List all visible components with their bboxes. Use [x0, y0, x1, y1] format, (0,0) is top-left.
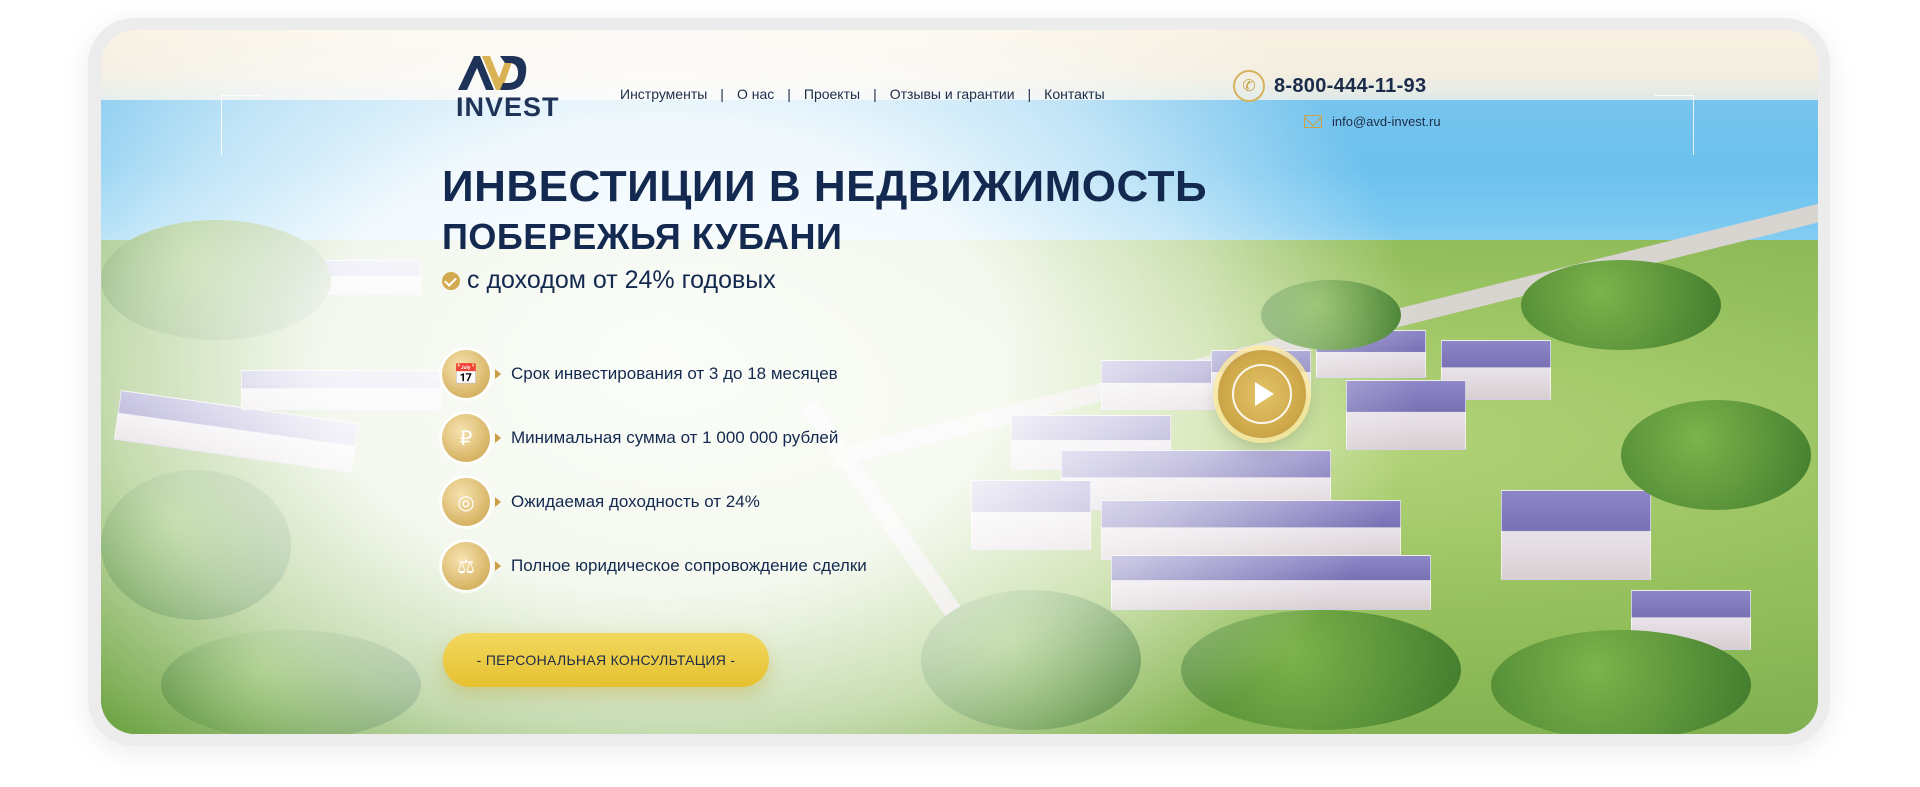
arrow-icon	[495, 433, 501, 443]
hero-subtitle: с доходом от 24% годовых	[442, 266, 776, 295]
frame-corner	[221, 95, 222, 155]
nav-separator: |	[720, 86, 724, 102]
logo-text: INVEST	[456, 92, 560, 122]
scales-icon: ⚖	[442, 542, 490, 590]
site-logo[interactable]: INVEST	[456, 54, 576, 124]
hero-section: INVEST Инструменты | О нас | Проекты | О…	[101, 30, 1818, 734]
hero-title: ИНВЕСТИЦИИ В НЕДВИЖИМОСТЬ	[442, 162, 1208, 211]
hero-title-line2: ПОБЕРЕЖЬЯ КУБАНИ	[442, 216, 843, 257]
email-contact[interactable]: info@avd-invest.ru	[1304, 114, 1441, 129]
frame-corner	[221, 95, 261, 96]
coins-icon: ◎	[442, 478, 490, 526]
money-hand-icon: ₽	[442, 414, 490, 462]
frame-corner	[1654, 95, 1694, 96]
phone-icon: ✆	[1233, 70, 1265, 102]
arrow-icon	[495, 561, 501, 571]
feature-text: Полное юридическое сопровождение сделки	[511, 556, 867, 575]
nav-item-projects[interactable]: Проекты	[804, 86, 860, 102]
play-video-button[interactable]	[1218, 350, 1306, 438]
email-address[interactable]: info@avd-invest.ru	[1332, 114, 1441, 129]
feature-item: ⚖ Полное юридическое сопровождение сделк…	[442, 540, 867, 592]
feature-text: Минимальная сумма от 1 000 000 рублей	[511, 428, 839, 447]
nav-separator: |	[1027, 86, 1032, 102]
calendar-icon: 📅	[442, 350, 490, 398]
feature-item: ₽ Минимальная сумма от 1 000 000 рублей	[442, 412, 867, 464]
nav-item-about[interactable]: О нас	[737, 86, 774, 102]
feature-text: Срок инвестирования от 3 до 18 месяцев	[511, 364, 838, 383]
feature-item: ◎ Ожидаемая доходность от 24%	[442, 476, 867, 528]
feature-list: 📅 Срок инвестирования от 3 до 18 месяцев…	[442, 348, 867, 604]
logo-mark-icon	[458, 56, 527, 90]
hero-subtitle-text: с доходом от 24% годовых	[467, 266, 776, 294]
phone-number[interactable]: 8-800-444-11-93	[1274, 75, 1426, 98]
play-icon	[1232, 364, 1292, 424]
frame-corner	[1693, 95, 1694, 155]
envelope-icon	[1304, 115, 1322, 128]
consultation-button[interactable]: - ПЕРСОНАЛЬНАЯ КОНСУЛЬТАЦИЯ -	[443, 633, 769, 687]
feature-item: 📅 Срок инвестирования от 3 до 18 месяцев	[442, 348, 867, 400]
nav-separator: |	[873, 86, 877, 102]
arrow-icon	[495, 497, 501, 507]
nav-separator: |	[787, 86, 791, 102]
phone-contact[interactable]: ✆ 8-800-444-11-93	[1233, 70, 1426, 102]
check-icon	[442, 271, 460, 290]
main-nav: Инструменты | О нас | Проекты | Отзывы и…	[620, 86, 1105, 102]
arrow-icon	[495, 369, 501, 379]
nav-item-contacts[interactable]: Контакты	[1044, 86, 1104, 102]
feature-text: Ожидаемая доходность от 24%	[511, 492, 760, 511]
nav-item-reviews[interactable]: Отзывы и гарантии	[890, 86, 1015, 102]
nav-item-tools[interactable]: Инструменты	[620, 86, 707, 102]
